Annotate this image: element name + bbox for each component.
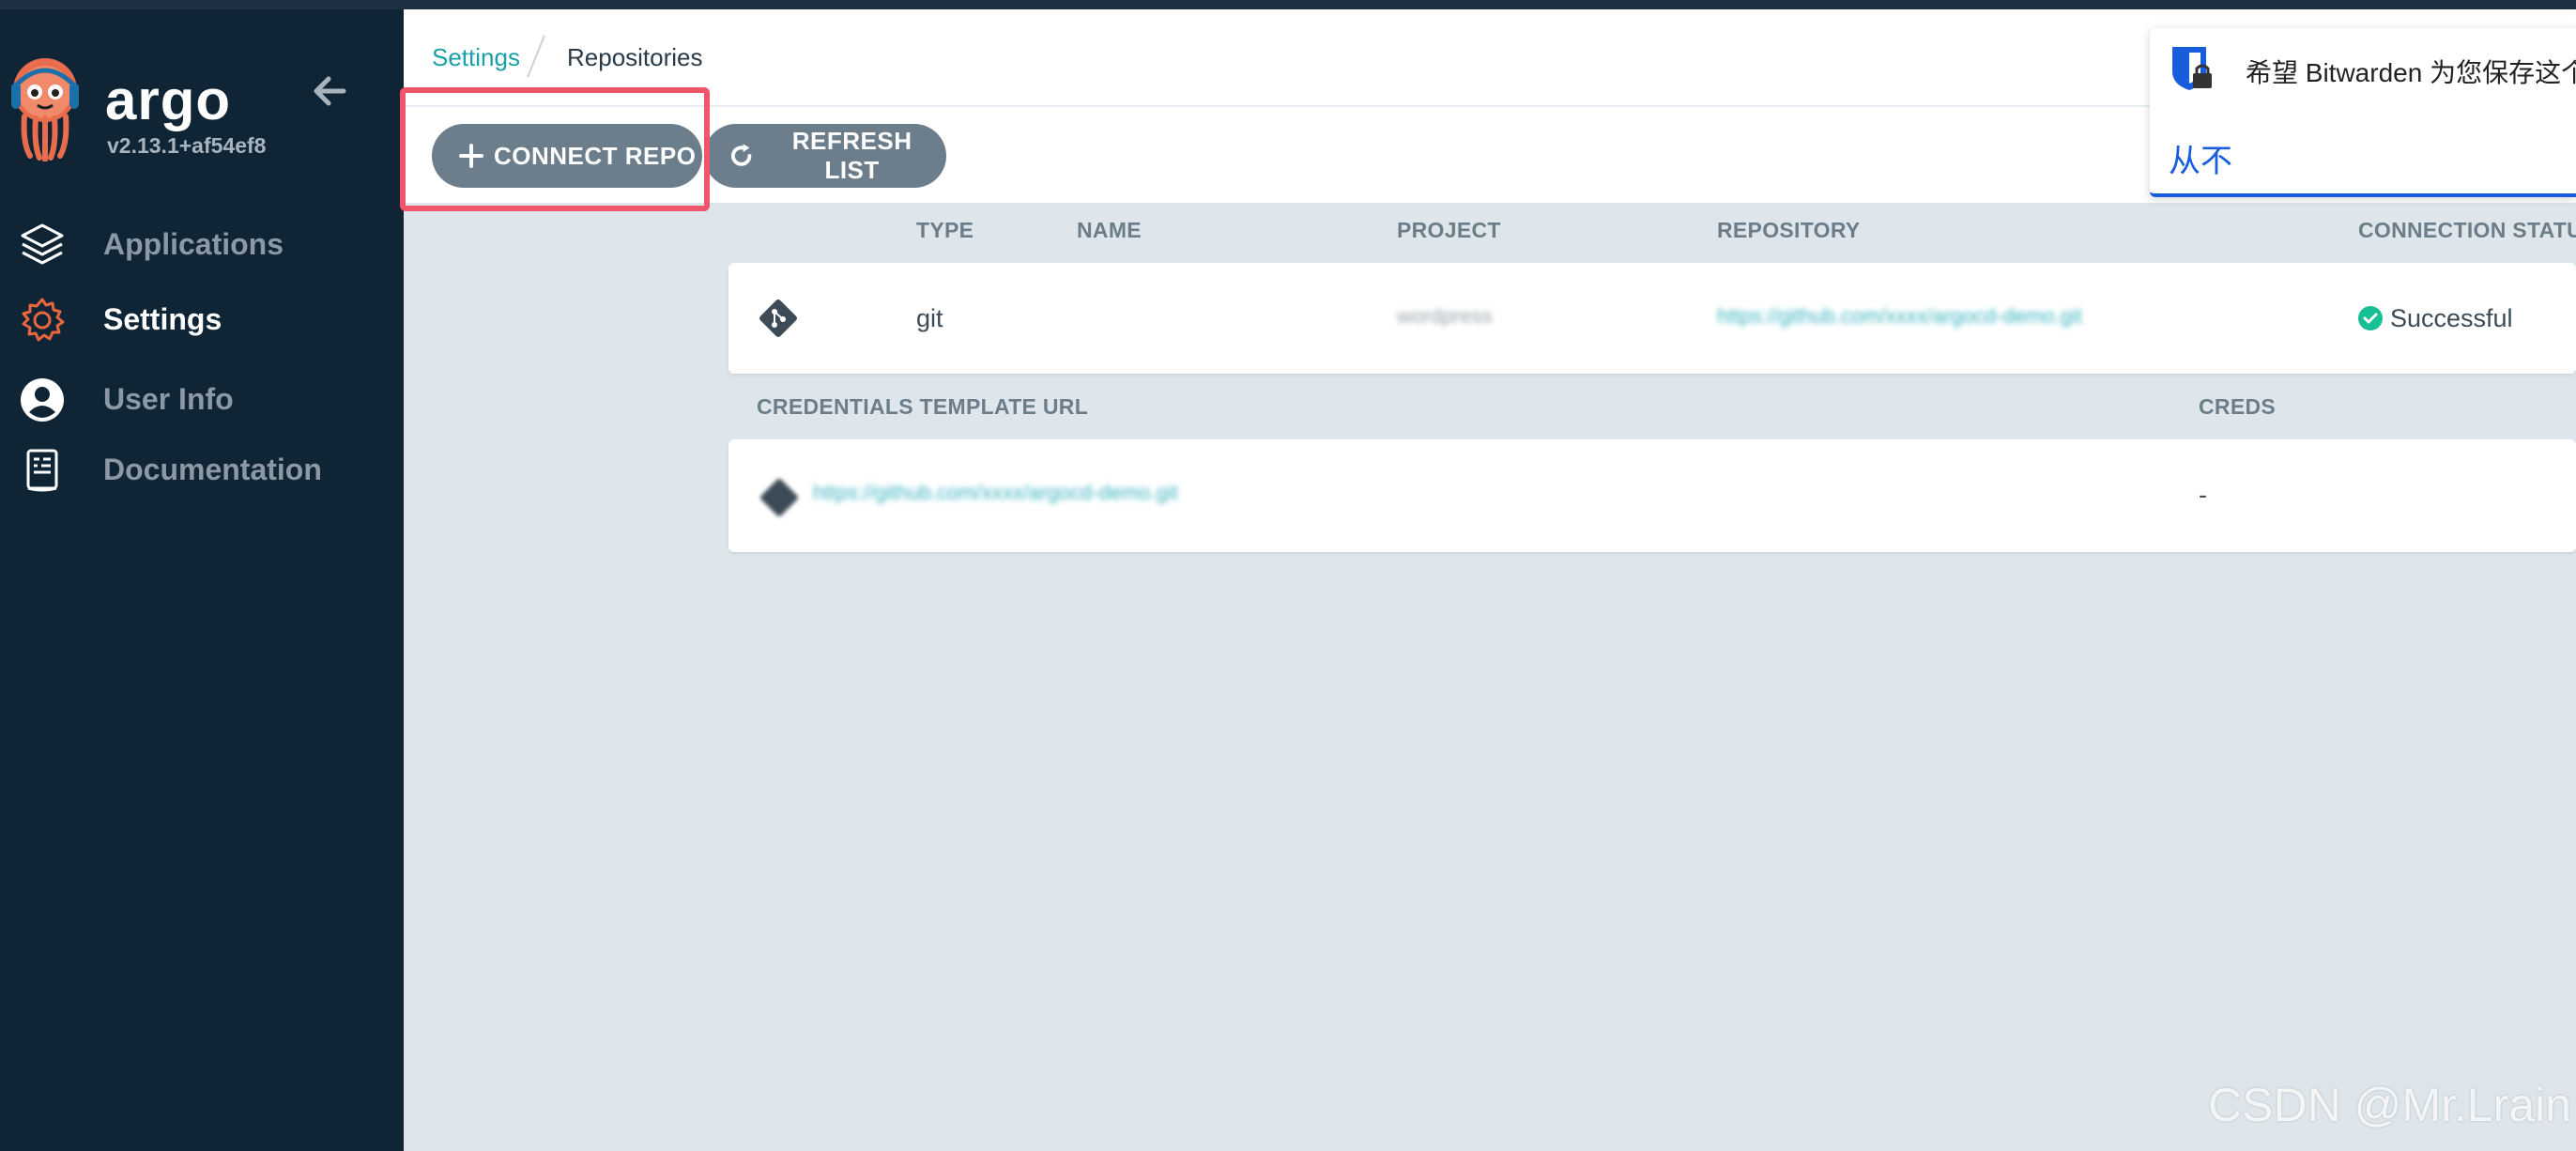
repo-type: git bbox=[916, 304, 943, 332]
watermark: CSDN @Mr.Lrain bbox=[2208, 1079, 2571, 1131]
table-row[interactable]: https://github.com/xxxx/argocd-demo.git … bbox=[728, 439, 2576, 552]
bitwarden-message: 希望 Bitwarden 为您保存这个 bbox=[2246, 58, 2576, 87]
sidebar-item-user-info[interactable]: User Info bbox=[0, 363, 404, 429]
brand-name: argo bbox=[105, 69, 232, 131]
breadcrumb-current: Repositories bbox=[567, 43, 703, 71]
book-icon bbox=[26, 449, 58, 492]
column-header-creds: CREDS bbox=[2199, 394, 2277, 419]
argo-logo bbox=[6, 58, 84, 162]
repo-project: wordpress bbox=[1397, 304, 1493, 328]
refresh-icon bbox=[730, 144, 752, 166]
sidebar-item-label: Applications bbox=[103, 227, 284, 261]
collapse-sidebar-button[interactable] bbox=[310, 71, 349, 111]
browser-top-line bbox=[0, 0, 2576, 9]
breadcrumb-separator bbox=[527, 35, 545, 78]
refresh-list-label: REFRESH LIST bbox=[791, 127, 912, 184]
breadcrumb-settings-link[interactable]: Settings bbox=[432, 43, 520, 72]
sidebar: argo v2.13.1+af54ef8 Applications Settin… bbox=[0, 9, 404, 1151]
layers-icon bbox=[21, 223, 64, 265]
refresh-list-button[interactable]: REFRESH LIST bbox=[704, 124, 946, 188]
status-text: Successful bbox=[2390, 304, 2513, 332]
sidebar-item-label: Documentation bbox=[103, 453, 322, 486]
gear-icon bbox=[22, 298, 65, 342]
column-header-credentials-template-url: CREDENTIALS TEMPLATE URL bbox=[757, 394, 1089, 419]
git-icon bbox=[760, 479, 798, 516]
sidebar-item-applications[interactable]: Applications bbox=[0, 208, 404, 274]
bitwarden-save-prompt: 希望 Bitwarden 为您保存这个 从不 bbox=[2150, 28, 2576, 197]
sidebar-item-label: User Info bbox=[103, 382, 234, 416]
git-icon bbox=[759, 299, 797, 337]
sidebar-item-label: Settings bbox=[103, 302, 222, 336]
connect-repo-label: CONNECT REPO bbox=[494, 141, 697, 170]
credentials-creds: - bbox=[2199, 481, 2207, 509]
app-version: v2.13.1+af54ef8 bbox=[107, 133, 267, 158]
bitwarden-shield-icon bbox=[2172, 47, 2212, 90]
plus-icon bbox=[459, 144, 483, 168]
credentials-url[interactable]: https://github.com/xxxx/argocd-demo.git bbox=[813, 481, 1178, 505]
table-row[interactable]: git wordpress https://github.com/xxxx/ar… bbox=[728, 263, 2576, 374]
repo-url[interactable]: https://github.com/xxxx/argocd-demo.git bbox=[1717, 304, 2082, 329]
column-header-repository: REPOSITORY bbox=[1717, 218, 1861, 242]
column-header-name: NAME bbox=[1077, 218, 1142, 242]
check-circle-icon bbox=[2358, 306, 2383, 330]
column-header-connection-status: CONNECTION STATUS bbox=[2358, 218, 2576, 242]
sidebar-item-documentation[interactable]: Documentation bbox=[0, 434, 404, 499]
sidebar-item-settings[interactable]: Settings bbox=[0, 284, 404, 349]
connect-repo-button[interactable]: CONNECT REPO bbox=[432, 124, 702, 188]
column-header-type: TYPE bbox=[916, 218, 974, 242]
repo-connection-status: Successful bbox=[2358, 304, 2513, 333]
column-header-project: PROJECT bbox=[1397, 218, 1501, 242]
arrow-left-icon bbox=[314, 76, 346, 106]
bitwarden-never-button[interactable]: 从不 bbox=[2169, 135, 2232, 181]
user-circle-icon bbox=[21, 378, 64, 422]
